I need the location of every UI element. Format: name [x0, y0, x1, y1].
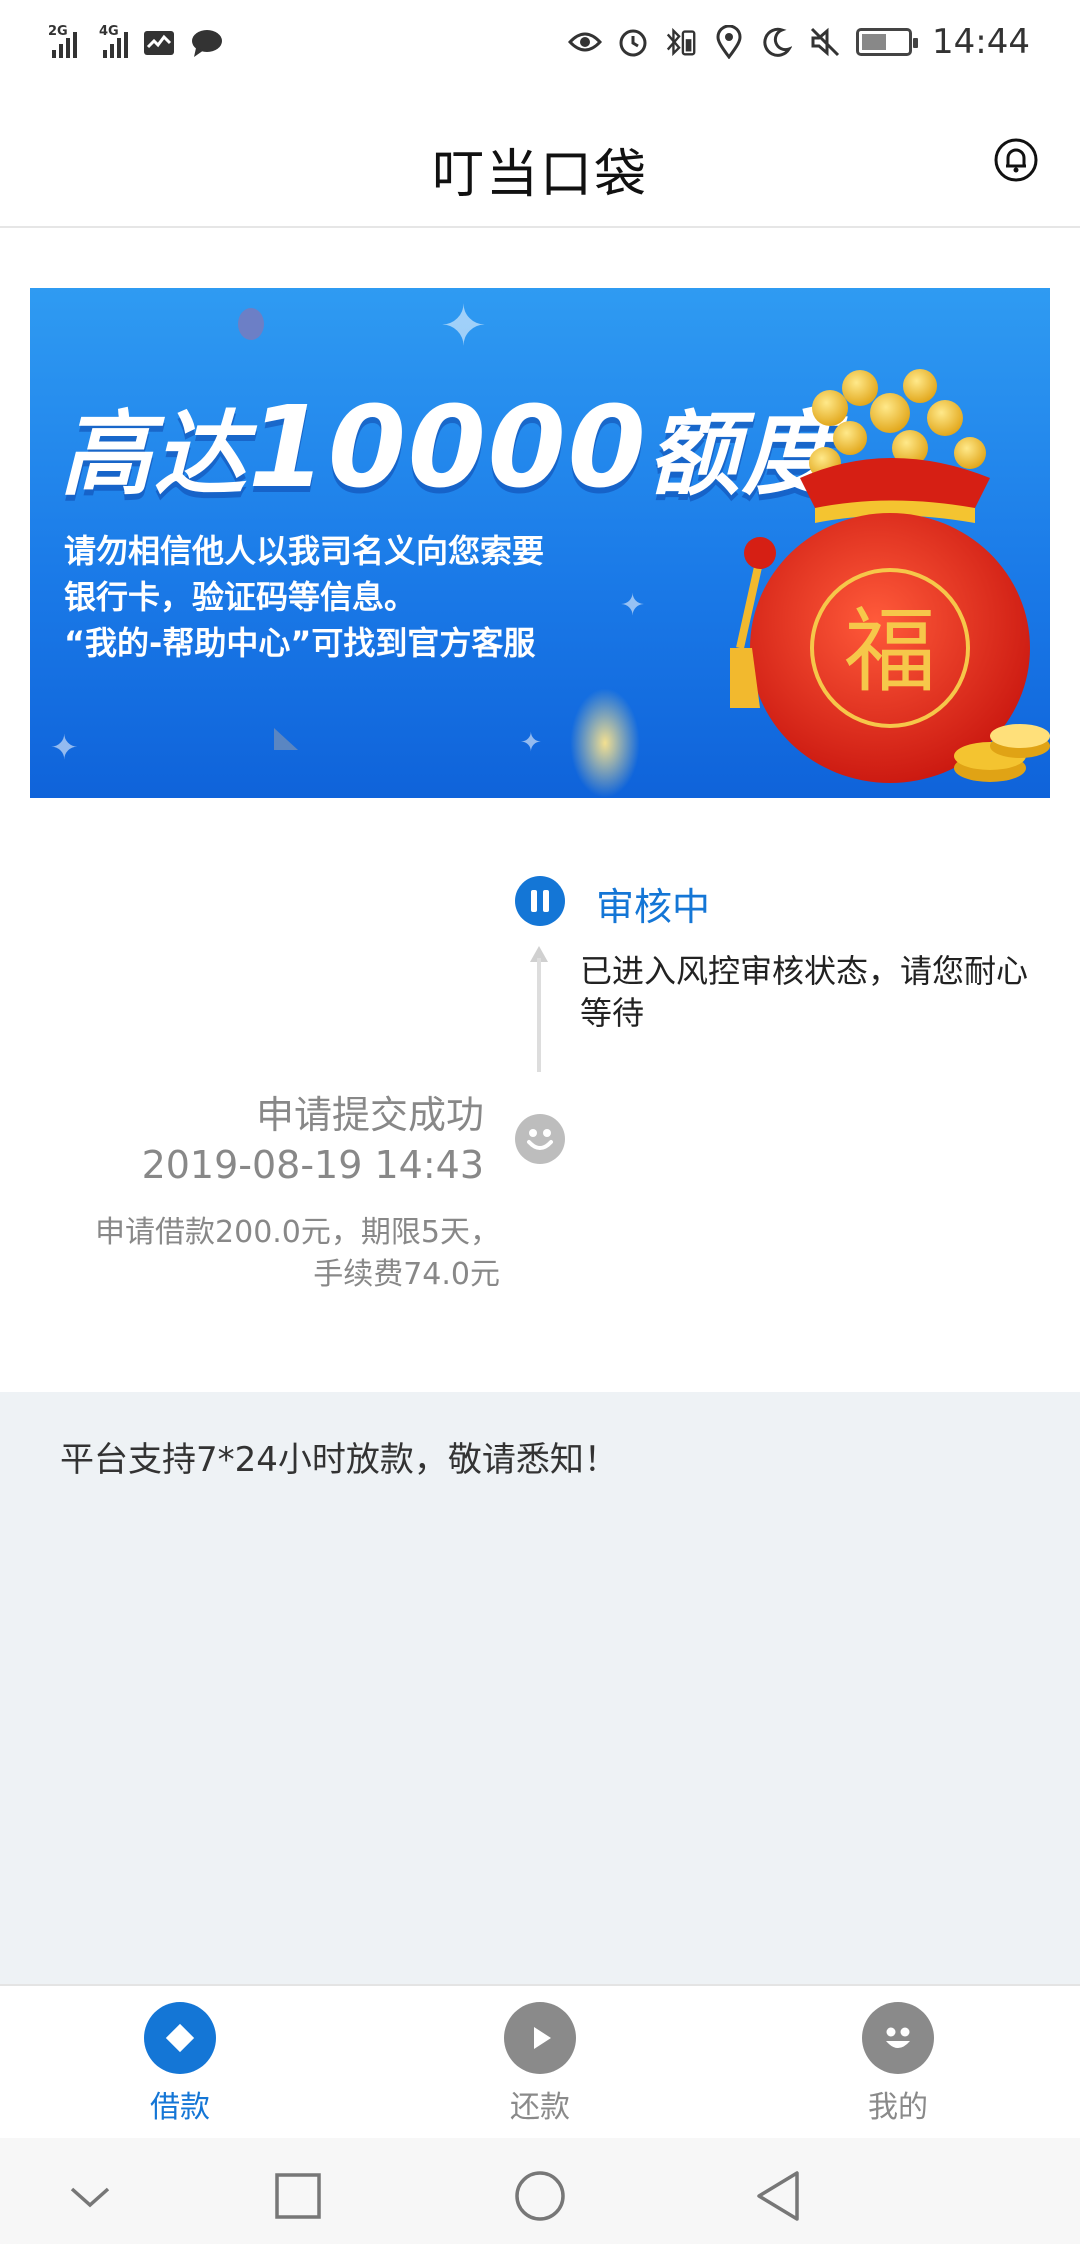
home-icon[interactable]: [510, 2166, 570, 2226]
activity-icon: [142, 26, 176, 60]
decor-glow: [570, 688, 640, 798]
moon-icon: [760, 25, 794, 59]
tab-mine[interactable]: 我的: [818, 2002, 978, 2126]
tab-label: 借款: [150, 2090, 210, 2125]
banner-line: 银行卡，验证码等信息。: [64, 578, 417, 616]
sparkle-icon: ✦: [440, 294, 487, 359]
status-left: 2G 4G: [48, 24, 224, 60]
submitted-title: 申请提交成功: [255, 1093, 484, 1137]
bluetooth-battery-icon: [664, 25, 698, 59]
banner-title-prefix: 高达: [60, 401, 249, 508]
banner-title-amount: 10000: [248, 383, 648, 513]
banner-line: 请勿相信他人以我司名义向您索要: [64, 532, 545, 570]
eye-icon: [568, 25, 603, 59]
banner-warning: 请勿相信他人以我司名义向您索要 银行卡，验证码等信息。 “我的-帮助中心”可找到…: [64, 528, 544, 666]
notice-area: 平台支持7*24小时放款，敬请悉知！: [0, 1392, 1080, 1984]
back-icon[interactable]: [748, 2166, 808, 2226]
smiley-icon: [862, 2002, 934, 2074]
alarm-icon: [616, 25, 650, 59]
bottom-tab-bar: 借款 还款 我的: [0, 1984, 1080, 2138]
decor-dot: [238, 308, 264, 340]
mute-icon: [808, 25, 842, 59]
loan-detail-line: 申请借款200.0元，期限5天，: [95, 1215, 500, 1250]
current-status: 审核中: [596, 885, 711, 929]
status-right: 14:44: [568, 22, 1030, 62]
smiley-icon: [515, 1114, 565, 1164]
page-title: 叮当口袋: [431, 145, 648, 205]
timeline-line: [537, 958, 541, 1072]
sparkle-icon: ✦: [50, 728, 79, 768]
signal-tag: 4G: [99, 24, 119, 39]
status-bar: 2G 4G 14:44: [0, 0, 1080, 96]
message-icon: [190, 26, 224, 60]
signal-4g-icon: 4G: [99, 24, 128, 58]
status-time: 14:44: [932, 22, 1030, 62]
sparkle-icon: ✦: [620, 588, 646, 623]
lucky-bag-icon: 福: [730, 369, 1050, 783]
diamond-icon: [144, 2002, 216, 2074]
decor-triangle: [274, 728, 298, 750]
submitted-block: 申请提交成功 2019-08-19 14:43: [4, 1090, 484, 1190]
tab-repay[interactable]: 还款: [460, 2002, 620, 2126]
bag-char: 福: [844, 598, 936, 705]
loan-detail-line: 手续费74.0元: [313, 1257, 500, 1292]
sparkle-icon: ✦: [520, 728, 542, 758]
banner-line: “我的-帮助中心”可找到官方客服: [64, 624, 536, 662]
pause-icon: [515, 876, 565, 926]
recent-apps-icon[interactable]: [268, 2166, 328, 2226]
battery-icon: [856, 28, 919, 56]
app-bar: 叮当口袋: [0, 96, 1080, 228]
banner-title: 高达10000额度: [60, 380, 836, 513]
chevron-down-icon[interactable]: [60, 2166, 120, 2226]
notice-text: 平台支持7*24小时放款，敬请悉知！: [60, 1440, 618, 1480]
current-status-desc: 已进入风控审核状态，请您耐心等待: [580, 952, 1029, 1032]
play-icon: [504, 2002, 576, 2074]
tab-label: 还款: [510, 2090, 570, 2125]
promo-banner[interactable]: ✦ ✦ ✦ ✦ 高达10000额度 请勿相信他人以我司名义向您索要 银行卡，验证…: [30, 288, 1050, 798]
location-icon: [712, 25, 746, 59]
bell-icon[interactable]: [994, 138, 1038, 182]
signal-tag: 2G: [48, 24, 68, 39]
signal-2g-icon: 2G: [48, 24, 77, 58]
system-nav-bar: [0, 2138, 1080, 2244]
tab-label: 我的: [868, 2090, 928, 2125]
tab-borrow[interactable]: 借款: [100, 2002, 260, 2126]
loan-detail: 申请借款200.0元，期限5天， 手续费74.0元: [0, 1212, 500, 1296]
submitted-time: 2019-08-19 14:43: [141, 1143, 484, 1187]
